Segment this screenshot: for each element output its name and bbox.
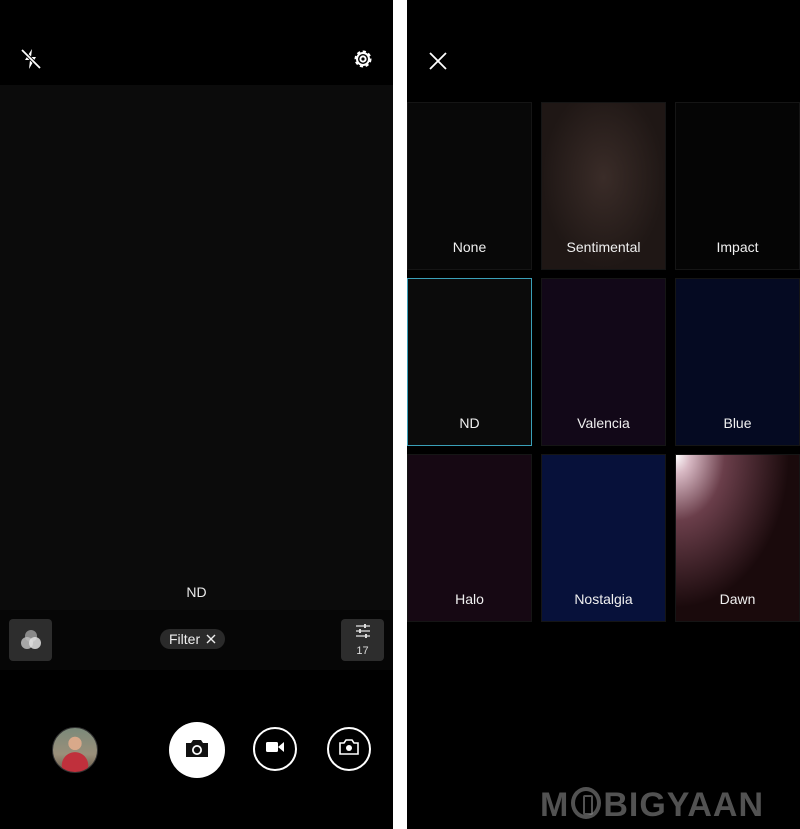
viewfinder[interactable] (0, 85, 393, 610)
shutter-button[interactable] (169, 722, 225, 778)
watermark-text-start: M (540, 786, 570, 824)
adjust-count: 17 (356, 644, 369, 657)
sliders-icon (355, 623, 371, 643)
filter-tile-valencia[interactable]: Valencia (541, 278, 666, 446)
filter-tile-nd[interactable]: ND (407, 278, 532, 446)
video-camera-icon (265, 740, 285, 759)
filters-toggle-icon[interactable] (9, 619, 52, 661)
filter-chip-label: Filter (169, 631, 201, 647)
filter-tile-label: None (452, 239, 487, 255)
gallery-thumbnail[interactable] (52, 727, 98, 773)
filter-tile-blue[interactable]: Blue (675, 278, 800, 446)
filter-tile-label: Blue (723, 415, 752, 431)
filter-chip[interactable]: Filter (160, 629, 226, 649)
current-filter-label: ND (186, 584, 207, 600)
filter-tile-none[interactable]: None (407, 102, 532, 270)
filter-tile-halo[interactable]: Halo (407, 454, 532, 622)
switch-camera-button[interactable] (327, 727, 371, 771)
close-icon[interactable] (206, 631, 216, 647)
filter-tile-label: Halo (455, 591, 484, 607)
watermark-logo: M BIGYAAN (540, 786, 764, 825)
camera-top-bar (0, 0, 393, 85)
filter-tile-sentimental[interactable]: Sentimental (541, 102, 666, 270)
camera-screen: ND Filter 17 (0, 0, 393, 829)
filter-tile-label: Sentimental (566, 239, 641, 255)
filter-tile-label: Valencia (577, 415, 630, 431)
adjust-button[interactable]: 17 (341, 619, 384, 661)
filter-picker-screen: None Sentimental Impact ND Valencia Blue… (407, 0, 800, 829)
filter-tile-label: Impact (716, 239, 759, 255)
filter-tile-impact[interactable]: Impact (675, 102, 800, 270)
switch-camera-icon (338, 738, 360, 761)
filter-tile-dawn[interactable]: Dawn (675, 454, 800, 622)
filter-tile-label: Dawn (719, 591, 756, 607)
watermark-text-end: BIGYAAN (603, 786, 764, 824)
filter-tile-label: ND (459, 415, 480, 431)
flash-off-icon[interactable] (16, 44, 46, 74)
video-mode-button[interactable] (253, 727, 297, 771)
camera-icon (184, 737, 210, 764)
filter-tile-label: Nostalgia (574, 591, 633, 607)
close-icon[interactable] (427, 50, 449, 72)
settings-gear-icon[interactable] (348, 44, 378, 74)
filter-tile-nostalgia[interactable]: Nostalgia (541, 454, 666, 622)
phone-logo-icon (571, 787, 602, 819)
